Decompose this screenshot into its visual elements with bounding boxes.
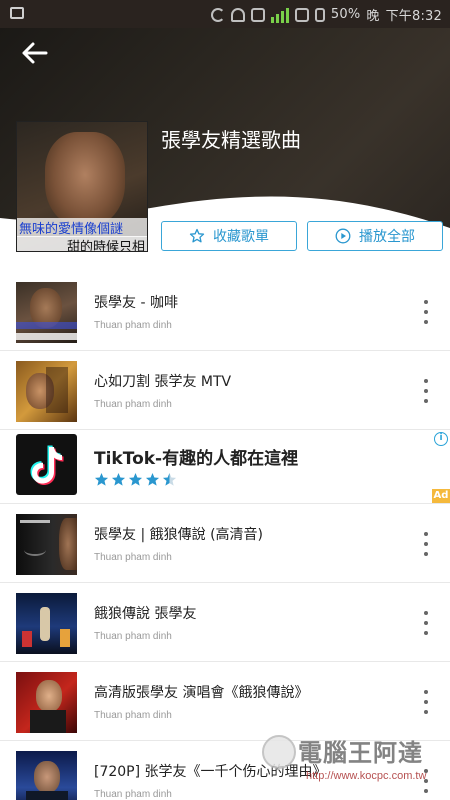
- battery-percent: 50%: [330, 7, 361, 22]
- song-channel: Thuan pham dinh: [94, 399, 172, 410]
- song-row[interactable]: 張學友 - 咖啡 Thuan pham dinh: [0, 272, 450, 351]
- back-arrow-icon: [22, 42, 48, 64]
- status-icons: 50% 晚 下午8:32: [210, 5, 442, 24]
- clock: 下午8:32: [385, 9, 442, 24]
- song-thumbnail: [16, 514, 77, 575]
- song-title: 高清版張學友 演唱會《餓狼傳說》: [94, 685, 309, 701]
- collect-playlist-button[interactable]: 收藏歌單: [161, 221, 297, 251]
- watermark-url: http://www.kocpc.com.tw: [306, 770, 427, 782]
- back-button[interactable]: [20, 40, 50, 66]
- more-options-button[interactable]: [420, 300, 432, 324]
- ad-rating: [94, 472, 177, 487]
- song-title: 餓狼傳說 張學友: [94, 606, 197, 622]
- playlist-title: 張學友精選歌曲: [161, 128, 301, 152]
- cover-caption-bottom: 甜的時候只相: [17, 236, 147, 251]
- song-row[interactable]: 張學友 | 餓狼傳說 (高清音) Thuan pham dinh: [0, 504, 450, 583]
- song-thumbnail: [16, 361, 77, 422]
- more-options-button[interactable]: [420, 611, 432, 635]
- song-channel: Thuan pham dinh: [94, 552, 172, 563]
- song-row[interactable]: 餓狼傳說 張學友 Thuan pham dinh: [0, 583, 450, 662]
- star-icon: [111, 472, 126, 486]
- more-options-button[interactable]: [420, 690, 432, 714]
- gallery-icon: [10, 7, 24, 19]
- cover-caption-top: 無味的愛情像個謎: [17, 218, 147, 237]
- song-row[interactable]: 心如刀割 張学友 MTV Thuan pham dinh: [0, 351, 450, 430]
- more-options-button[interactable]: [420, 532, 432, 556]
- status-extra: 晚: [366, 9, 380, 24]
- star-half-icon: [162, 472, 177, 486]
- song-channel: Thuan pham dinh: [94, 710, 172, 721]
- cover-face: [45, 132, 125, 227]
- star-icon: [145, 472, 160, 486]
- tiktok-logo-icon: [16, 434, 77, 495]
- song-title: 張學友 | 餓狼傳說 (高清音): [94, 527, 263, 543]
- song-title: 心如刀割 張学友 MTV: [94, 374, 232, 390]
- song-channel: Thuan pham dinh: [94, 320, 172, 331]
- info-icon[interactable]: i: [434, 432, 448, 446]
- ad-badge: Ad: [432, 489, 450, 503]
- song-thumbnail: [16, 593, 77, 654]
- sim-icon-2: [294, 7, 309, 22]
- more-options-button[interactable]: [420, 379, 432, 403]
- song-channel: Thuan pham dinh: [94, 789, 172, 800]
- ad-title: TikTok-有趣的人都在這裡: [94, 449, 299, 469]
- play-all-button[interactable]: 播放全部: [307, 221, 443, 251]
- moon-icon: [210, 7, 225, 22]
- sim-icon: [250, 7, 265, 22]
- status-bar: 50% 晚 下午8:32: [0, 0, 450, 28]
- star-outline-icon: [189, 228, 205, 243]
- song-thumbnail: [16, 672, 77, 733]
- watermark-name: 電腦王阿達: [298, 739, 423, 767]
- mascot-icon: [262, 735, 296, 769]
- ad-row[interactable]: TikTok-有趣的人都在這裡 i Ad: [0, 430, 450, 504]
- play-all-label: 播放全部: [359, 229, 415, 245]
- star-icon: [128, 472, 143, 486]
- battery-icon: [314, 7, 325, 22]
- song-list: 張學友 - 咖啡 Thuan pham dinh 心如刀割 張学友 MTV Th…: [0, 272, 450, 800]
- site-watermark: 電腦王阿達 http://www.kocpc.com.tw: [262, 733, 442, 793]
- song-row[interactable]: 高清版張學友 演唱會《餓狼傳說》 Thuan pham dinh: [0, 662, 450, 741]
- signal-icon: [270, 7, 289, 23]
- collect-label: 收藏歌單: [213, 229, 269, 245]
- song-thumbnail: [16, 751, 77, 800]
- song-title: 張學友 - 咖啡: [94, 295, 178, 311]
- song-channel: Thuan pham dinh: [94, 631, 172, 642]
- song-thumbnail: [16, 282, 77, 343]
- playlist-cover: 無味的愛情像個謎 甜的時候只相: [16, 121, 148, 252]
- wifi-icon: [230, 7, 245, 22]
- play-circle-icon: [335, 228, 351, 244]
- star-icon: [94, 472, 109, 486]
